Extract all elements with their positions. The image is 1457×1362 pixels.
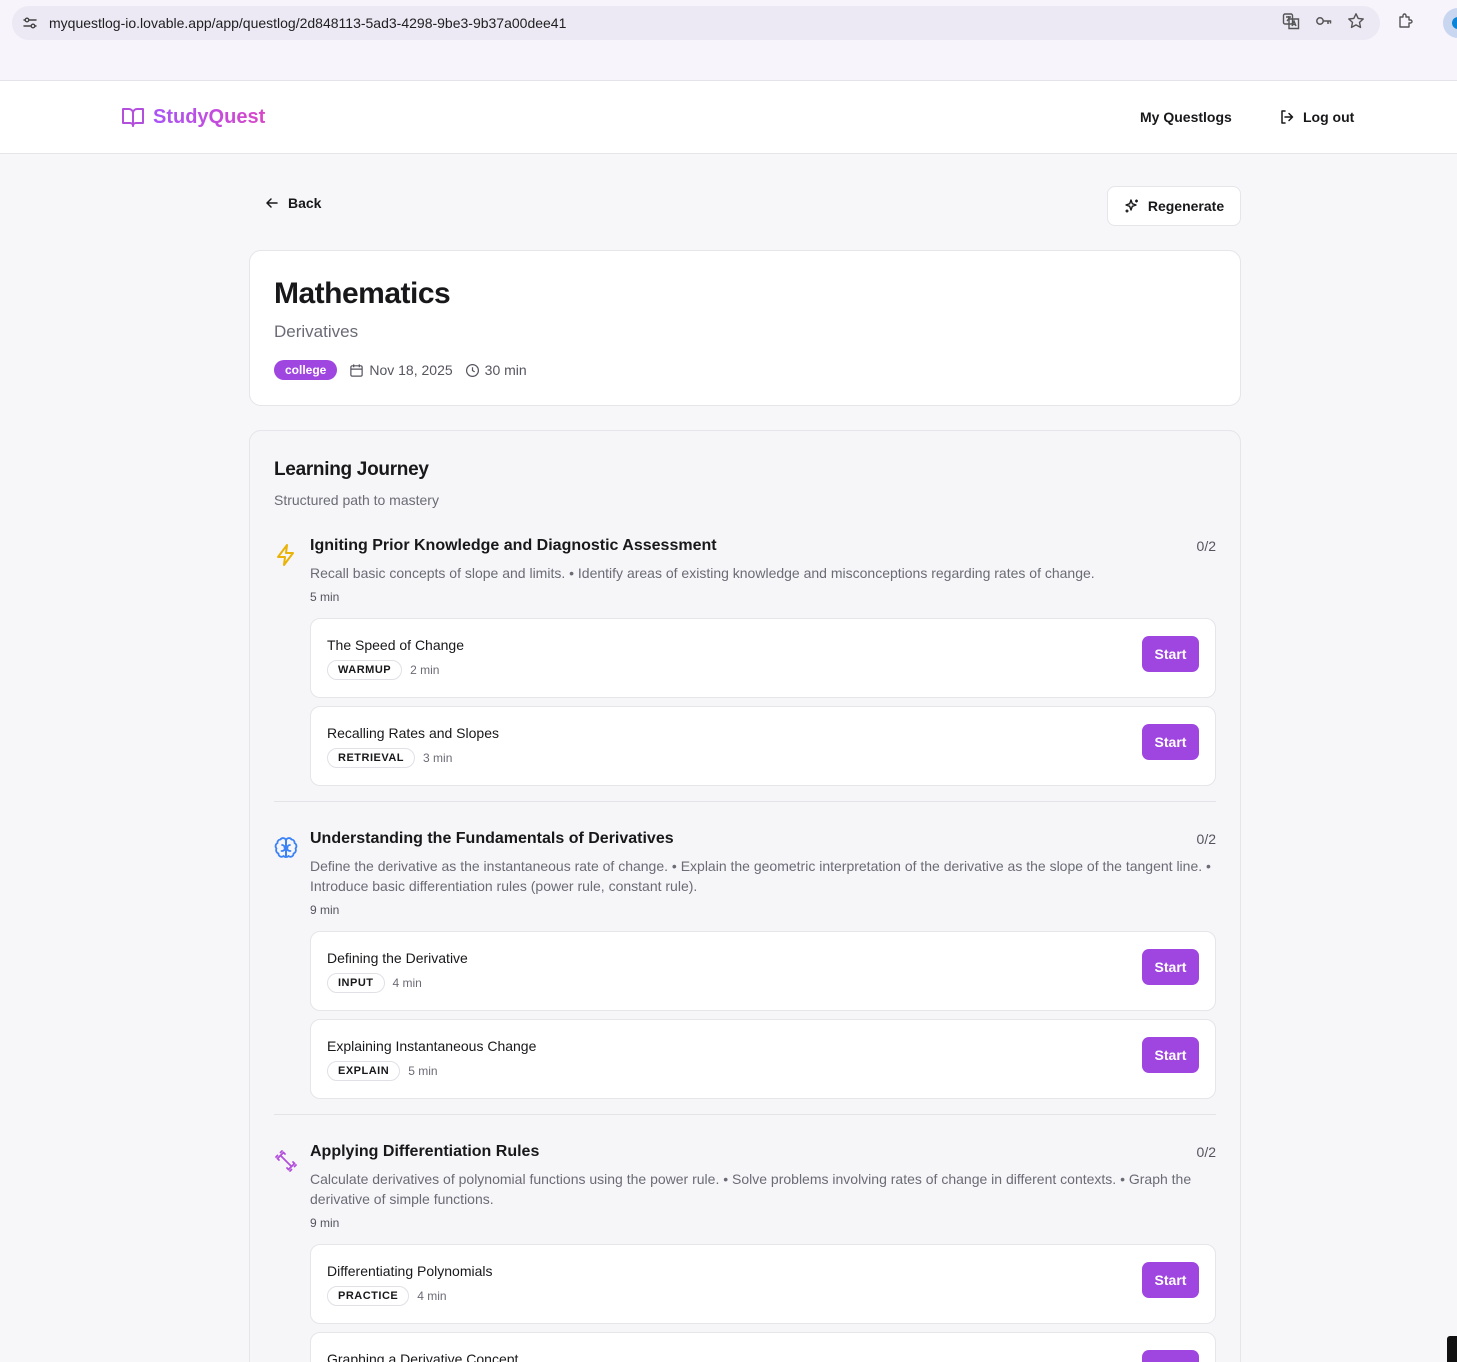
journey-title: Learning Journey [274, 459, 429, 480]
start-button[interactable]: Start [1142, 1262, 1199, 1298]
activity-meta: INPUT 4 min [327, 973, 422, 993]
duration-meta: 30 min [465, 362, 527, 378]
tune-icon[interactable] [22, 15, 38, 31]
activity-card: Graphing a Derivative Concept Start [310, 1332, 1216, 1362]
overlay-widget-edge[interactable] [1447, 1336, 1457, 1362]
address-bar[interactable]: myquestlog-io.lovable.app/app/questlog/2… [12, 6, 1380, 40]
back-label: Back [288, 195, 322, 211]
phase-section: Applying Differentiation Rules 0/2 Calcu… [274, 1143, 1216, 1362]
activity-duration: 2 min [410, 663, 440, 677]
activity-title: Differentiating Polynomials [327, 1263, 493, 1279]
start-button[interactable]: Start [1142, 724, 1199, 760]
activity-type-badge: INPUT [327, 973, 385, 993]
start-button[interactable]: Start [1142, 949, 1199, 985]
logout-button[interactable]: Log out [1279, 109, 1354, 125]
journey-subtitle: Structured path to mastery [274, 492, 439, 508]
topic-duration: 30 min [484, 362, 527, 378]
book-open-icon [122, 108, 144, 127]
phase-section: Igniting Prior Knowledge and Diagnostic … [274, 537, 1216, 802]
phase-title: Igniting Prior Knowledge and Diagnostic … [310, 537, 717, 554]
dumbbell-icon [275, 1150, 297, 1172]
activity-type-badge: WARMUP [327, 660, 403, 680]
brand-name: StudyQuest [153, 105, 266, 128]
clock-icon [465, 363, 479, 377]
calendar-icon [350, 363, 364, 377]
activity-meta: WARMUP 2 min [327, 660, 439, 680]
topic-date: Nov 18, 2025 [369, 362, 453, 378]
star-icon[interactable] [1347, 12, 1365, 30]
app-header: StudyQuest My Questlogs Log out [0, 81, 1457, 154]
phase-progress: 0/2 [1196, 831, 1216, 847]
key-icon[interactable] [1315, 12, 1333, 30]
start-button[interactable]: Start [1142, 1037, 1199, 1073]
translate-icon[interactable] [1282, 12, 1300, 30]
logout-icon [1281, 110, 1294, 124]
phase-description: Define the derivative as the instantaneo… [310, 858, 1211, 894]
learning-journey-card: Learning Journey Structured path to mast… [249, 430, 1241, 1362]
start-button[interactable]: Start [1142, 636, 1199, 672]
activity-duration: 3 min [423, 751, 453, 765]
profile-avatar[interactable] [1443, 8, 1457, 38]
brand-logo[interactable]: StudyQuest [121, 105, 265, 129]
phase-duration: 5 min [310, 590, 340, 604]
activity-card: Defining the Derivative INPUT 4 min Star… [310, 931, 1216, 1011]
activity-type-badge: EXPLAIN [327, 1061, 401, 1081]
regenerate-button[interactable]: Regenerate [1107, 186, 1241, 226]
arrow-left-icon [266, 198, 278, 208]
activity-title: Graphing a Derivative Concept [327, 1351, 519, 1362]
extensions-icon[interactable] [1397, 12, 1415, 30]
phase-duration: 9 min [310, 903, 340, 917]
regenerate-label: Regenerate [1147, 198, 1225, 214]
date-meta: Nov 18, 2025 [349, 362, 453, 378]
start-button[interactable]: Start [1142, 1350, 1199, 1362]
phase-progress: 0/2 [1196, 538, 1216, 554]
activity-card: Recalling Rates and Slopes RETRIEVAL 3 m… [310, 706, 1216, 786]
phase-duration: 9 min [310, 1216, 340, 1230]
topic-subtitle: Derivatives [274, 322, 359, 341]
activity-type-badge: RETRIEVAL [327, 748, 416, 768]
activity-title: Defining the Derivative [327, 950, 468, 966]
topic-meta: college Nov 18, 2025 30 min [274, 360, 527, 380]
activity-card: The Speed of Change WARMUP 2 min Start [310, 618, 1216, 698]
phase-divider [274, 801, 1216, 802]
phase-divider [274, 1114, 1216, 1115]
phase-title: Understanding the Fundamentals of Deriva… [310, 830, 674, 847]
activity-type-badge: PRACTICE [327, 1286, 410, 1306]
sparkles-icon [1125, 199, 1138, 213]
activity-title: Explaining Instantaneous Change [327, 1038, 537, 1054]
phase-description: Calculate derivatives of polynomial func… [310, 1171, 1192, 1207]
activity-meta: PRACTICE 4 min [327, 1286, 447, 1306]
activity-duration: 5 min [408, 1064, 438, 1078]
activity-meta: EXPLAIN 5 min [327, 1061, 438, 1081]
activity-card: Explaining Instantaneous Change EXPLAIN … [310, 1019, 1216, 1099]
browser-chrome: myquestlog-io.lovable.app/app/questlog/2… [0, 0, 1457, 81]
phase-description: Recall basic concepts of slope and limit… [310, 565, 1095, 581]
activity-duration: 4 min [392, 976, 422, 990]
brain-icon [274, 837, 298, 858]
logout-label: Log out [1303, 109, 1355, 125]
activity-card: Differentiating Polynomials PRACTICE 4 m… [310, 1244, 1216, 1324]
topic-title: Mathematics [274, 277, 451, 310]
phase-section: Understanding the Fundamentals of Deriva… [274, 830, 1216, 1115]
activity-meta: RETRIEVAL 3 min [327, 748, 452, 768]
my-questlogs-label: My Questlogs [1140, 109, 1232, 125]
activity-duration: 4 min [417, 1289, 447, 1303]
activity-title: Recalling Rates and Slopes [327, 725, 499, 741]
topic-card: Mathematics Derivatives college Nov 18, … [249, 250, 1241, 406]
phase-progress: 0/2 [1196, 1144, 1216, 1160]
phase-title: Applying Differentiation Rules [310, 1143, 540, 1160]
activity-title: The Speed of Change [327, 637, 464, 653]
lightning-icon [277, 544, 294, 566]
level-badge: college [274, 360, 338, 380]
url-text[interactable]: myquestlog-io.lovable.app/app/questlog/2… [49, 15, 566, 31]
back-button[interactable]: Back [264, 195, 321, 211]
my-questlogs-link[interactable]: My Questlogs [1140, 109, 1232, 125]
